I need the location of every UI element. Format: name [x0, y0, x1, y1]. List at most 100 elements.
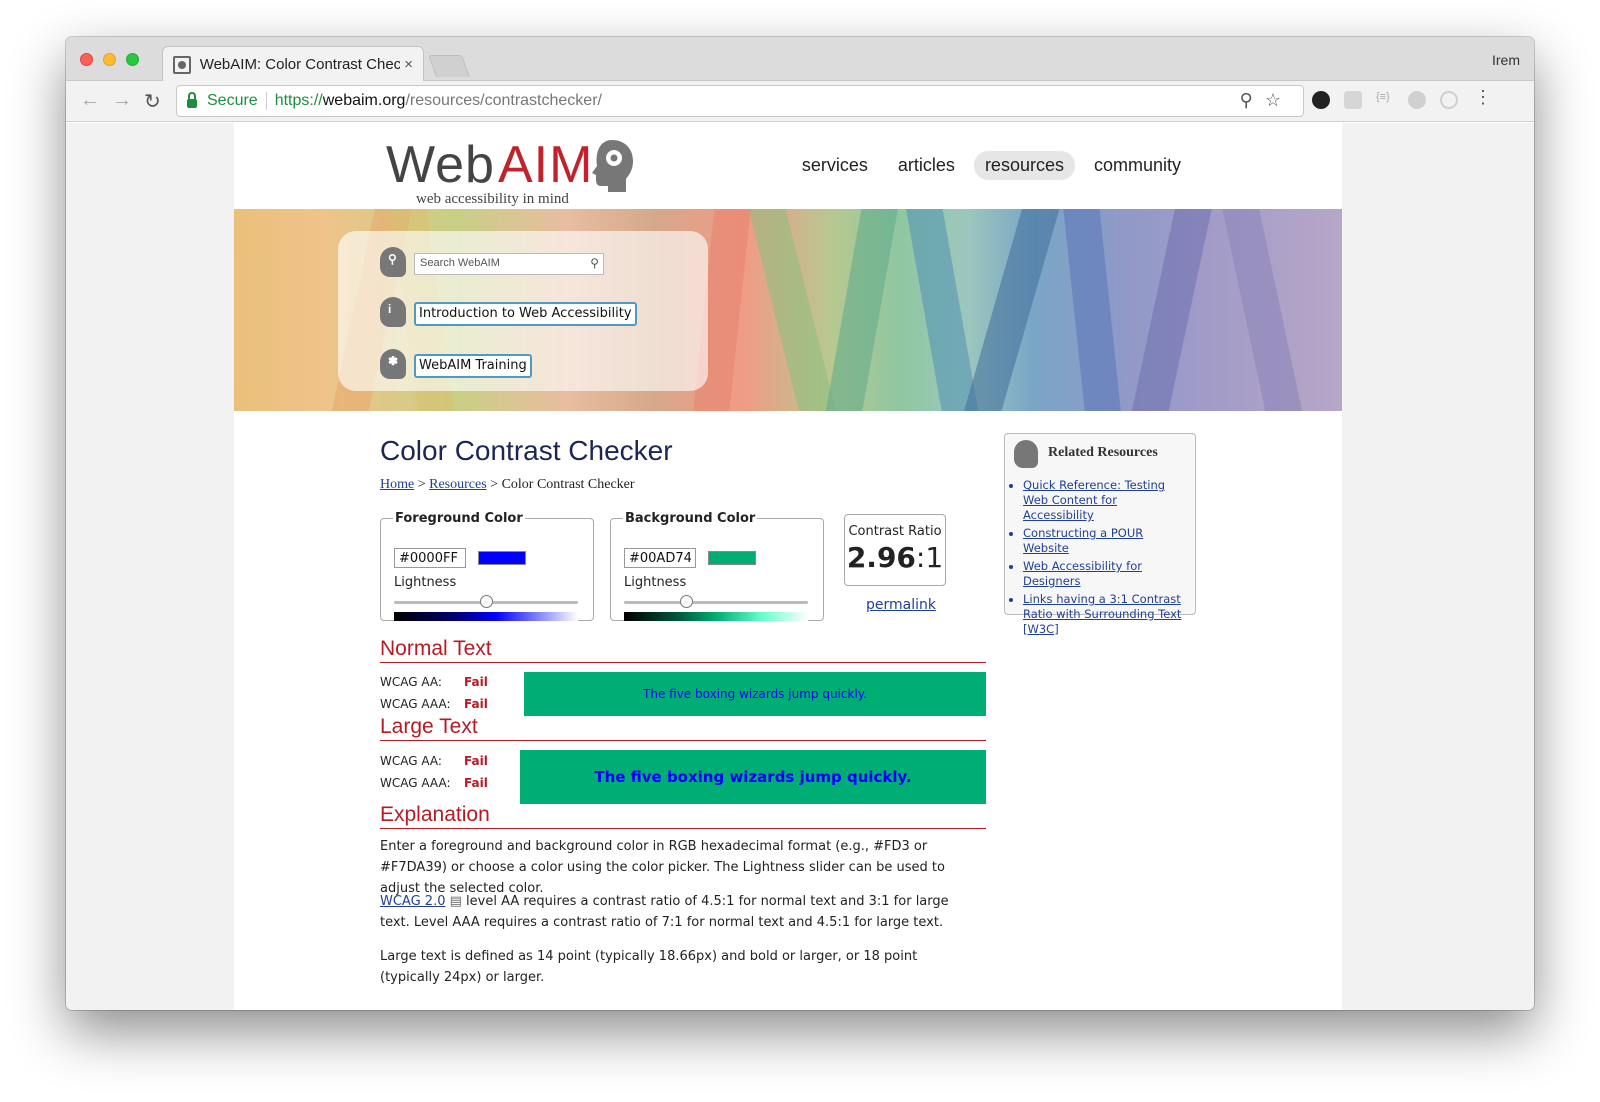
webaim-training-link[interactable]: WebAIM Training [414, 354, 532, 378]
zoom-window-button[interactable] [126, 53, 139, 66]
grid-extension-icon[interactable] [1344, 91, 1362, 109]
contrast-ratio-label: Contrast Ratio [848, 524, 942, 539]
nav-resources[interactable]: resources [973, 151, 1075, 180]
webaim-logo[interactable]: Web AIM web accessibility in mind [386, 135, 646, 207]
background-legend: Background Color [625, 511, 756, 526]
gear-extension-icon[interactable] [1408, 91, 1426, 109]
related-link-quick-reference[interactable]: Quick Reference: Testing Web Content for… [1023, 478, 1191, 523]
foreground-lightness-gradient [394, 612, 578, 621]
nav-services[interactable]: services [791, 151, 879, 180]
normal-aaa-result: Fail [464, 697, 488, 711]
breadcrumb-separator: > [486, 477, 502, 492]
normal-aa-label: WCAG AA: [380, 675, 442, 689]
related-link-pour-website[interactable]: Constructing a POUR Website [1023, 526, 1191, 556]
search-icon[interactable]: ⚲ [590, 256, 599, 270]
permalink-link[interactable]: permalink [866, 597, 936, 613]
background-lightness-slider[interactable] [624, 595, 808, 608]
reload-icon[interactable]: ↻ [144, 89, 161, 114]
address-bar[interactable]: Secure https:// webaim.org /resources/co… [176, 85, 1304, 117]
wcag-link[interactable]: WCAG 2.0 [380, 894, 445, 909]
related-link-text[interactable]: Web Accessibility for Designers [1023, 559, 1142, 588]
panda-extension-icon[interactable] [1312, 91, 1330, 109]
tab-close-icon[interactable]: × [404, 56, 413, 73]
url-host: webaim.org [322, 92, 406, 109]
normal-text-heading: Normal Text [380, 637, 986, 663]
breadcrumb-home-link[interactable]: Home [380, 477, 414, 492]
large-text-heading: Large Text [380, 715, 986, 741]
large-aaa-row: WCAG AAA: Fail [380, 776, 488, 790]
bookmark-star-icon[interactable]: ☆ [1265, 90, 1293, 110]
omnibox-actions: ⚲☆ [1240, 90, 1293, 111]
pastel-stick [901, 209, 983, 411]
breadcrumb-separator: > [414, 477, 430, 492]
foreground-lightness-slider[interactable] [394, 595, 578, 608]
head-gear-icon [592, 140, 633, 192]
normal-aa-result: Fail [464, 675, 488, 689]
pastel-stick [821, 209, 903, 411]
normal-aa-row: WCAG AA: Fail [380, 675, 488, 689]
page-viewport: Web AIM web accessibility in mind servic… [66, 123, 1534, 1010]
pastel-stick [743, 209, 841, 411]
explanation-heading: Explanation [380, 803, 986, 829]
link-head-icon [1014, 440, 1038, 468]
background-hex-input[interactable] [624, 548, 696, 568]
pastel-stick [1060, 209, 1124, 411]
large-aa-result: Fail [464, 754, 488, 768]
logo-tagline: web accessibility in mind [416, 191, 569, 207]
large-aaa-label: WCAG AAA: [380, 776, 451, 790]
browser-tab[interactable]: WebAIM: Color Contrast Checker × [162, 46, 424, 82]
minimize-window-button[interactable] [103, 53, 116, 66]
explanation-paragraph-2-text: level AA requires a contrast ratio of 4.… [380, 894, 949, 930]
intro-accessibility-link[interactable]: Introduction to Web Accessibility [414, 302, 637, 326]
back-arrow-icon[interactable]: ← [80, 89, 100, 112]
lock-icon [187, 92, 197, 108]
hero-banner: ⚲ Search WebAIM ⚲ i Introduction to Web … [234, 209, 1342, 411]
json-extension-icon[interactable]: {≡} [1376, 91, 1400, 109]
related-link-text[interactable]: Constructing a POUR Website [1023, 526, 1143, 555]
background-lightness-gradient [624, 612, 808, 621]
new-tab-button[interactable] [427, 55, 471, 77]
related-link-text[interactable]: Links having a 3:1 Contrast Ratio with S… [1023, 592, 1181, 636]
forward-arrow-icon[interactable]: → [112, 89, 132, 112]
explanation-paragraph-1: Enter a foreground and background color … [380, 839, 945, 896]
related-link-text[interactable]: Quick Reference: Testing Web Content for… [1023, 478, 1165, 522]
hero-panel: ⚲ Search WebAIM ⚲ i Introduction to Web … [338, 231, 708, 391]
foreground-lightness-label: Lightness [394, 575, 457, 590]
background-color-swatch[interactable] [708, 551, 756, 565]
foreground-color-swatch[interactable] [478, 551, 526, 565]
nav-community[interactable]: community [1083, 151, 1192, 180]
related-link-designers[interactable]: Web Accessibility for Designers [1023, 559, 1191, 589]
logo-aim-text: AIM [498, 136, 594, 194]
background-slider-thumb[interactable] [680, 595, 694, 608]
tab-strip: WebAIM: Color Contrast Checker × Irem [66, 37, 1534, 82]
foreground-hex-input[interactable] [394, 548, 466, 568]
breadcrumb-resources-link[interactable]: Resources [429, 477, 487, 492]
related-link-contrast-ratio[interactable]: Links having a 3:1 Contrast Ratio with S… [1023, 592, 1191, 637]
circle-extension-icon[interactable] [1440, 91, 1458, 109]
logo-web-text: Web [386, 136, 495, 194]
external-document-icon: ▤ [445, 894, 462, 909]
profile-name[interactable]: Irem [1492, 52, 1520, 68]
large-aaa-result: Fail [464, 776, 488, 790]
search-input[interactable]: Search WebAIM ⚲ [414, 253, 604, 275]
large-text-sample: The five boxing wizards jump quickly. [520, 750, 986, 804]
breadcrumb: Home > Resources > Color Contrast Checke… [380, 477, 635, 493]
zoom-magnifier-icon[interactable]: ⚲ [1240, 90, 1265, 110]
foreground-slider-thumb[interactable] [479, 595, 493, 608]
page-title: Color Contrast Checker [380, 435, 673, 466]
large-aa-row: WCAG AA: Fail [380, 754, 488, 768]
background-color-fieldset: Background Color Lightness [610, 511, 824, 621]
browser-window: WebAIM: Color Contrast Checker × Irem ← … [66, 37, 1534, 1010]
close-window-button[interactable] [80, 53, 93, 66]
url-path: /resources/contrastchecker/ [405, 92, 602, 109]
browser-toolbar: ← → ↻ Secure https:// webaim.org /resour… [66, 81, 1534, 122]
pastel-stick [1217, 209, 1307, 411]
tab-title: WebAIM: Color Contrast Checker [199, 56, 401, 73]
nav-articles[interactable]: articles [887, 151, 966, 180]
search-head-icon: ⚲ [380, 247, 406, 277]
related-resources-box: Related Resources Quick Reference: Testi… [1004, 433, 1196, 636]
explanation-paragraph-2: WCAG 2.0 ▤ level AA requires a contrast … [380, 891, 976, 933]
menu-dots-icon[interactable]: ⋮ [1474, 87, 1492, 107]
explanation-paragraph-3: Large text is defined as 14 point (typic… [380, 949, 918, 985]
webaim-site: Web AIM web accessibility in mind servic… [234, 123, 1342, 1010]
